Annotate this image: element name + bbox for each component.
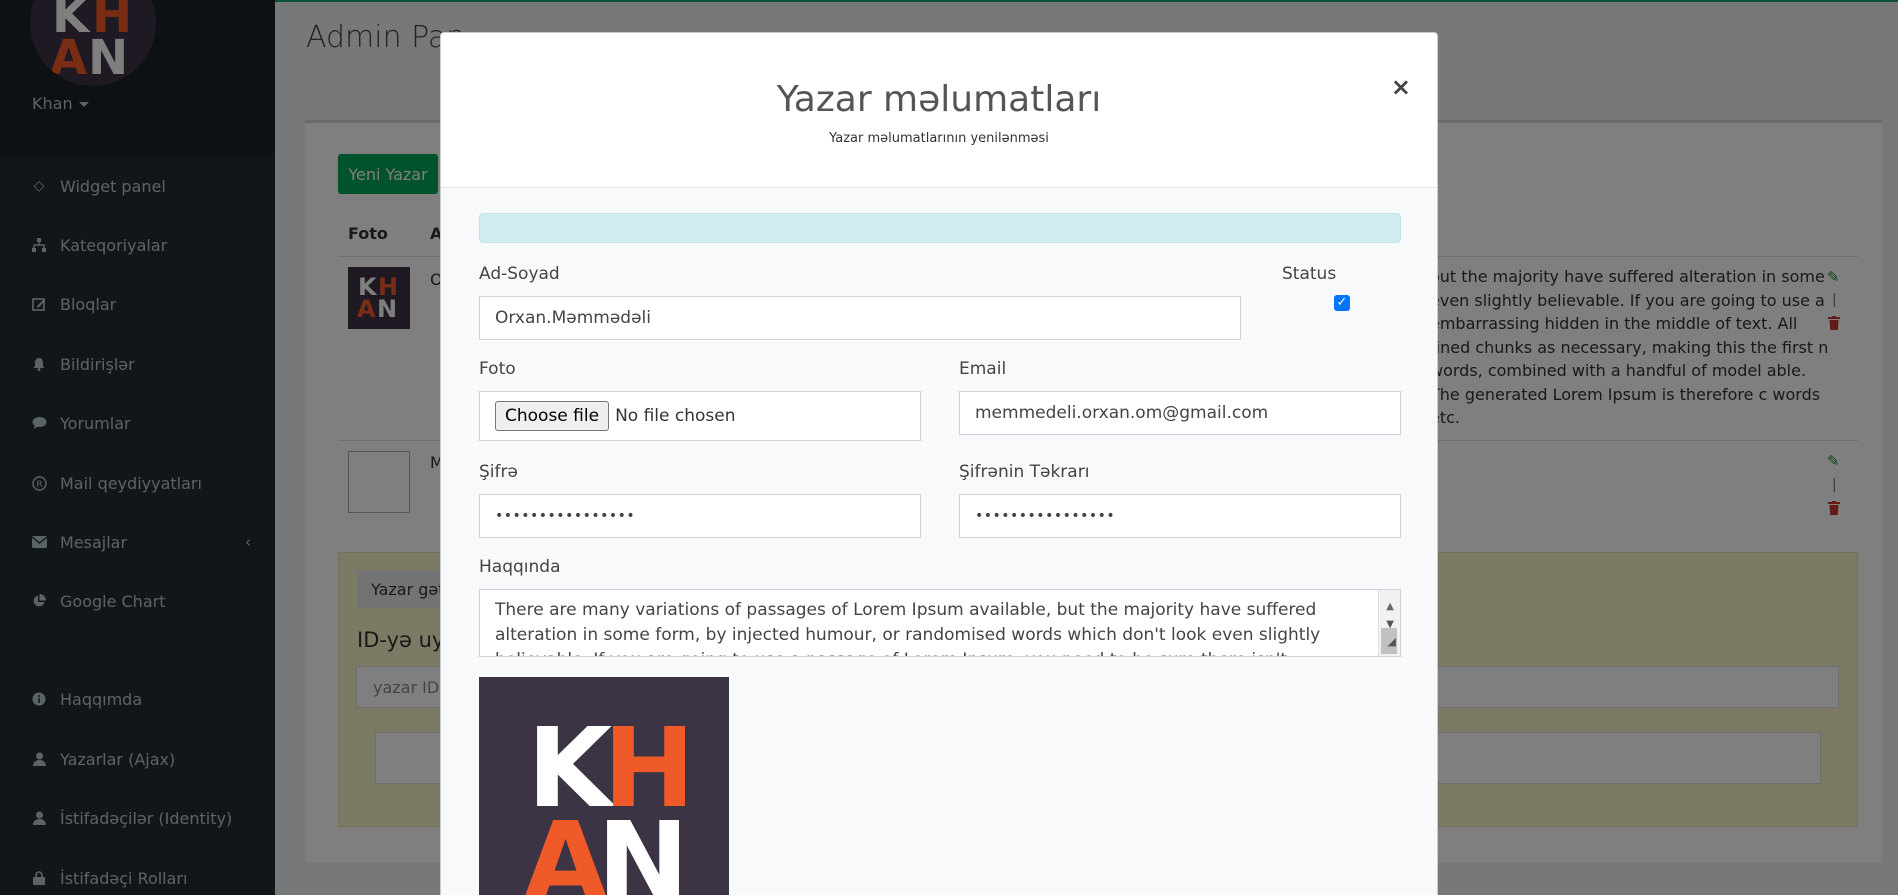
close-button[interactable]: × <box>1391 73 1411 101</box>
author-modal: Yazar məlumatları Yazar məlumatlarının y… <box>440 32 1438 895</box>
choose-file-button[interactable]: Choose file <box>495 401 610 431</box>
password-label: Şifrə <box>479 462 518 482</box>
about-text: There are many variations of passages of… <box>495 600 1321 656</box>
textarea-scrollbar[interactable]: ▲ ▼ ◢ <box>1378 590 1400 656</box>
progress-bar <box>479 213 1401 243</box>
modal-header: Yazar məlumatları Yazar məlumatlarının y… <box>441 33 1437 188</box>
about-textarea[interactable]: There are many variations of passages of… <box>479 589 1401 657</box>
photo-file-input[interactable]: Choose file No file chosen <box>479 391 921 441</box>
status-label: Status <box>1282 264 1337 284</box>
about-label: Haqqında <box>479 557 561 577</box>
password-repeat-field[interactable]: •••••••••••••••• <box>959 494 1401 538</box>
modal-title: Yazar məlumatları <box>776 79 1102 120</box>
preview-letter: A <box>523 798 609 895</box>
resize-grip-icon[interactable]: ◢ <box>1388 629 1396 654</box>
password-field[interactable]: •••••••••••••••• <box>479 494 921 538</box>
photo-label: Foto <box>479 359 516 379</box>
status-checkbox[interactable]: ✓ <box>1334 295 1350 311</box>
preview-letter: N <box>597 798 690 895</box>
photo-preview: K H A N <box>479 677 729 895</box>
modal-subtitle: Yazar məlumatlarının yenilənməsi <box>829 131 1049 146</box>
email-label: Email <box>959 359 1007 379</box>
email-field[interactable]: memmedeli.orxan.om@gmail.com <box>959 391 1401 435</box>
password-repeat-label: Şifrənin Təkrarı <box>959 462 1090 482</box>
name-field[interactable]: Orxan.Məmmədəli <box>479 296 1241 340</box>
file-status: No file chosen <box>615 406 736 426</box>
name-label: Ad-Soyad <box>479 264 560 284</box>
